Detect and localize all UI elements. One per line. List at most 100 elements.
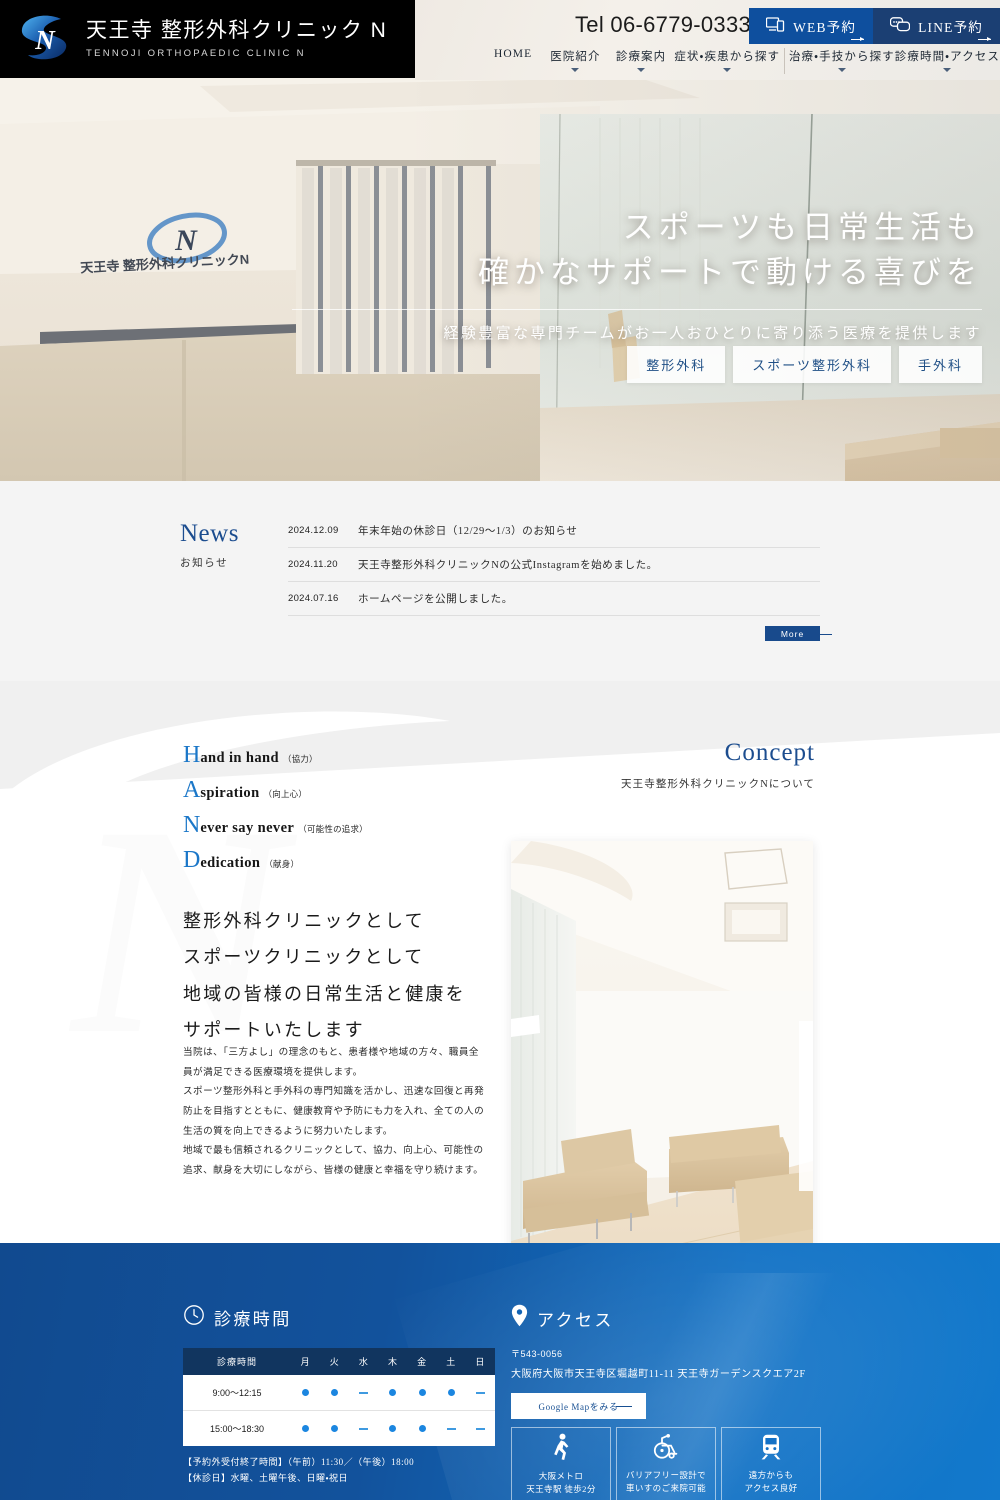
hand-word: and in hand — [200, 750, 279, 766]
hours-mark-tue — [320, 1411, 349, 1447]
news-item[interactable]: 2024.11.20 天王寺整形外科クリニックNの公式Instagramを始めま… — [288, 548, 820, 582]
hours-note-reception: 【予約外受付終了時間】（午前）11:30／（午後）18:00 — [183, 1457, 415, 1467]
news-heading-en: News — [180, 520, 239, 547]
news-date: 2024.07.16 — [288, 593, 339, 604]
hero-tag-sports-orthopedics[interactable]: スポーツ整形外科 — [733, 346, 891, 383]
hours-mark-thu — [378, 1411, 407, 1447]
hours-mark-sun — [466, 1411, 495, 1447]
hours-mark-sat — [437, 1411, 466, 1447]
hours-time: 15:00〜18:30 — [209, 1424, 265, 1434]
feature-train-text: 遠方からも アクセス良好 — [744, 1470, 798, 1493]
line-reservation-label: LINE予約 — [918, 20, 983, 35]
nav-label: 治療・手技から探す — [788, 51, 895, 63]
hand-philosophy-list: Hand in hand （協力） Aspiration （向上心） Never… — [183, 743, 368, 883]
hand-item-h: Hand in hand （協力） — [183, 743, 368, 767]
hand-word: spiration — [200, 785, 260, 801]
hours-block: 診療時間 診療時間 月 火 水 木 金 土 日 9:00〜12:15 15:00… — [183, 1304, 495, 1487]
hero-tag-hand-surgery[interactable]: 手外科 — [898, 346, 982, 383]
news-section: News お知らせ 2024.12.09 年末年始の休診日（12/29〜1/3）… — [0, 481, 1000, 681]
hours-row-morning: 9:00〜12:15 — [183, 1375, 495, 1411]
news-item[interactable]: 2024.07.16 ホームページを公開しました。 — [288, 582, 820, 616]
feature-metro-text: 大阪メトロ 天王寺駅 徒歩2分 — [526, 1471, 596, 1494]
line-reservation-button[interactable]: LINE予約 — [873, 8, 1000, 44]
nav-item-medical-guide[interactable]: 診療案内 — [608, 48, 674, 73]
concept-body-text: 当院は、「三方よし」の理念のもと、患者様や地域の方々、職員全員が満足できる医療環… — [183, 1043, 488, 1181]
hand-item-a: Aspiration （向上心） — [183, 778, 368, 802]
hand-word-jp: （向上心） — [263, 789, 308, 799]
phone-number[interactable]: Tel 06-6779-0333 — [575, 12, 751, 38]
chevron-down-icon — [637, 68, 646, 72]
hours-heading-label: 診療時間 — [214, 1310, 292, 1329]
header-right-panel: Tel 06-6779-0333 WEB予約 LINE予約 HOME 医院紹介 … — [415, 0, 1000, 80]
concept-section: N Concept 天王寺整形外科クリニックNについて Hand in hand… — [0, 681, 1000, 1243]
nav-label: HOME — [493, 48, 533, 60]
hours-time: 9:00〜12:15 — [183, 1375, 291, 1411]
google-map-label: Google Mapをみる — [538, 1401, 619, 1412]
web-reservation-button[interactable]: WEB予約 — [749, 8, 874, 44]
hours-col-fri: 金 — [407, 1348, 437, 1375]
concept-lead-line: 地域の皆様の日常生活と健康を — [183, 983, 466, 1004]
feature-metro-walk: 大阪メトロ 天王寺駅 徒歩2分 — [511, 1427, 611, 1500]
nav-label: 診療案内 — [615, 51, 667, 63]
hours-access-section: 診療時間 診療時間 月 火 水 木 金 土 日 9:00〜12:15 15:00… — [0, 1243, 1000, 1500]
logo-title-en: TENNOJI ORTHOPAEDIC CLINIC N — [86, 47, 306, 59]
hand-word-jp: （可能性の追求） — [298, 824, 368, 834]
news-title: 天王寺整形外科クリニックNの公式Instagramを始めました。 — [358, 560, 658, 571]
hand-word: edication — [200, 855, 261, 871]
news-heading-jp: お知らせ — [180, 558, 229, 569]
reservation-buttons: WEB予約 LINE予約 — [749, 8, 1000, 44]
hours-col-time: 診療時間 — [183, 1348, 291, 1375]
hours-row-afternoon: 15:00〜18:30 — [183, 1411, 495, 1447]
arrow-icon — [616, 1406, 632, 1407]
google-map-button[interactable]: Google Mapをみる — [511, 1393, 646, 1419]
nav-item-home[interactable]: HOME — [483, 48, 543, 69]
news-title: 年末年始の休診日（12/29〜1/3）のお知らせ — [358, 526, 578, 537]
monitor-phone-icon — [765, 16, 785, 36]
hand-initial: A — [183, 777, 201, 803]
web-reservation-label: WEB予約 — [793, 20, 857, 35]
concept-diagonal-band — [0, 681, 1000, 789]
hero-section: N 天王寺 整形外科クリニックN — [0, 78, 1000, 481]
train-icon — [760, 1434, 782, 1465]
chevron-down-icon — [723, 68, 732, 72]
news-item[interactable]: 2024.12.09 年末年始の休診日（12/29〜1/3）のお知らせ — [288, 521, 820, 548]
concept-waiting-room-photo — [511, 841, 813, 1243]
walking-person-icon — [550, 1433, 572, 1466]
site-header: N 天王寺 整形外科クリニック N TENNOJI ORTHOPAEDIC CL… — [0, 0, 1000, 80]
nav-label: 医院紹介 — [550, 51, 601, 63]
concept-heading-jp: 天王寺整形外科クリニックNについて — [621, 779, 815, 790]
nav-item-clinic-intro[interactable]: 医院紹介 — [543, 48, 608, 73]
hours-col-tue: 火 — [320, 1348, 350, 1375]
access-zip: 〒543-0056 — [511, 1349, 563, 1359]
access-features: 大阪メトロ 天王寺駅 徒歩2分 バリアフリー設計で 車いすのご来院可能 遠方から… — [511, 1427, 821, 1500]
hero-headline-line1: スポーツも日常生活も — [622, 210, 982, 245]
feature-train-access: 遠方からも アクセス良好 — [721, 1427, 821, 1500]
hours-mark-wed — [349, 1375, 379, 1411]
nav-item-symptoms[interactable]: 症状・疾患から探す — [674, 48, 780, 73]
news-date: 2024.11.20 — [288, 559, 338, 570]
hand-item-n: Never say never （可能性の追求） — [183, 813, 368, 837]
hand-item-d: Dedication （献身） — [183, 848, 368, 872]
site-logo[interactable]: N 天王寺 整形外科クリニック N TENNOJI ORTHOPAEDIC CL… — [0, 0, 415, 78]
hero-headline-line2: 確かなサポートで動ける喜びを — [478, 254, 982, 290]
clock-icon — [183, 1304, 205, 1331]
nav-item-hours-access[interactable]: 診療時間・アクセス — [895, 48, 1000, 73]
concept-paragraph: 地域で最も信頼されるクリニックとして、協力、向上心、可能性の追求、献身を大切にし… — [183, 1145, 484, 1176]
concept-heading: Concept 天王寺整形外科クリニックNについて — [621, 740, 815, 791]
hours-heading: 診療時間 — [183, 1304, 495, 1331]
hours-mark-mon — [291, 1411, 320, 1447]
nav-divider — [784, 48, 785, 74]
access-block: アクセス 〒543-0056 大阪府大阪市天王寺区堀越町11-11 天王寺ガーデ… — [511, 1304, 841, 1419]
nav-item-treatments[interactable]: 治療・手技から探す — [789, 48, 895, 73]
news-list: 2024.12.09 年末年始の休診日（12/29〜1/3）のお知らせ 2024… — [288, 521, 832, 641]
hand-word-jp: （協力） — [282, 754, 318, 764]
hand-initial: H — [183, 742, 201, 768]
chevron-down-icon — [943, 68, 952, 72]
hours-mark-tue — [320, 1375, 350, 1411]
hours-table-header-row: 診療時間 月 火 水 木 金 土 日 — [183, 1348, 495, 1375]
nav-label: 症状・疾患から探す — [674, 51, 781, 63]
arrow-icon — [851, 37, 865, 41]
hand-word: ever say never — [200, 820, 295, 836]
hero-tag-orthopedics[interactable]: 整形外科 — [627, 346, 726, 383]
news-more-button[interactable]: More — [765, 626, 832, 641]
